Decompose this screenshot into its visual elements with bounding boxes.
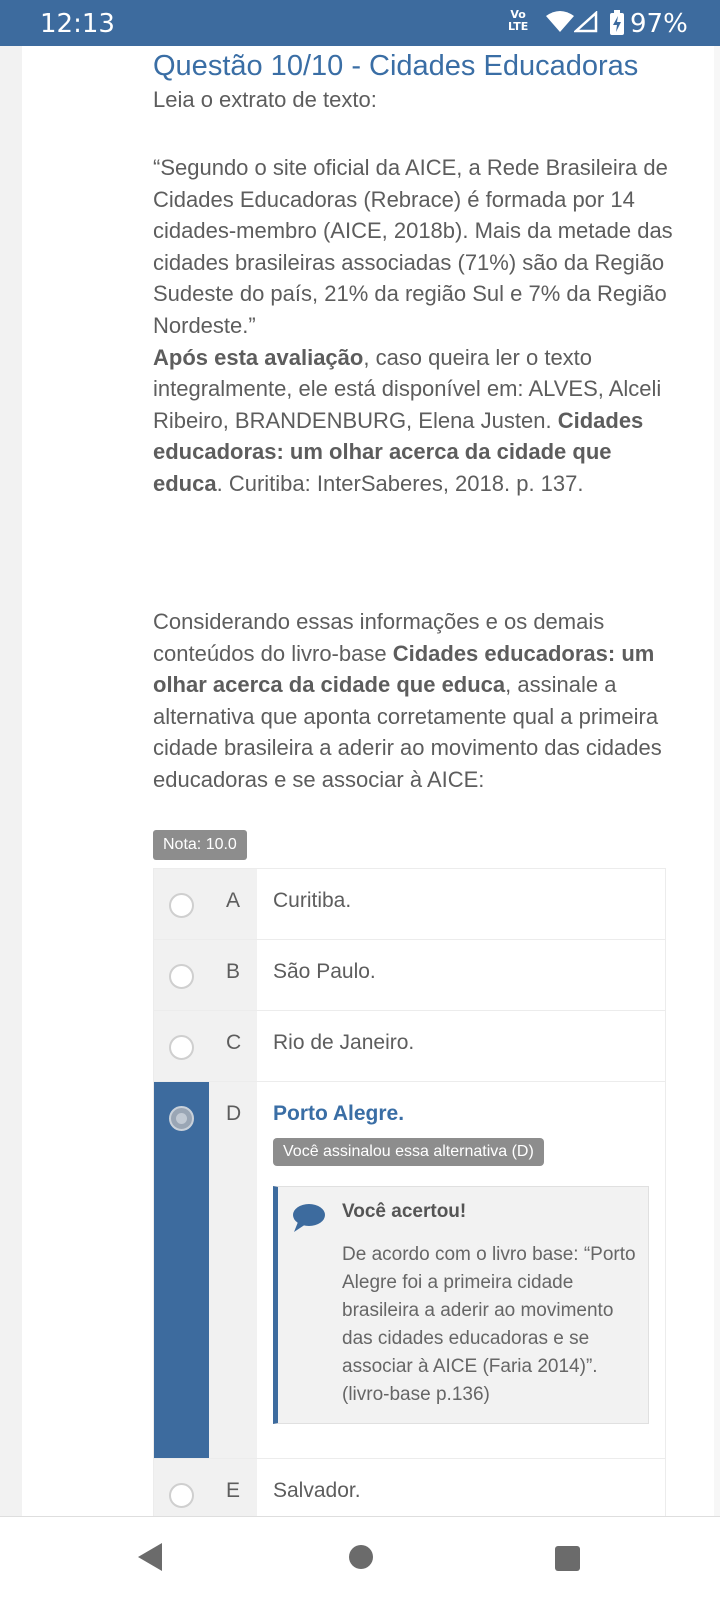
radio-button[interactable] bbox=[169, 893, 194, 918]
radio-button[interactable] bbox=[169, 964, 194, 989]
selected-answer-badge: Você assinalou essa alternativa (D) bbox=[273, 1138, 544, 1166]
question-quote-block: “Segundo o site oficial da AICE, a Rede … bbox=[153, 152, 673, 500]
battery-icon bbox=[610, 10, 624, 35]
option-a[interactable]: A Curitiba. bbox=[154, 869, 665, 940]
option-letter: C bbox=[226, 1031, 242, 1054]
feedback-title: Você acertou! bbox=[342, 1201, 467, 1222]
option-letter: A bbox=[226, 889, 241, 912]
answer-options: A Curitiba. B São Paulo. C Rio de Janeir… bbox=[153, 868, 666, 1531]
option-b[interactable]: B São Paulo. bbox=[154, 940, 665, 1011]
question-intro: Leia o extrato de texto: bbox=[153, 87, 377, 112]
option-c[interactable]: C Rio de Janeiro. bbox=[154, 1011, 665, 1082]
question-prompt: Considerando essas informações e os dema… bbox=[153, 609, 662, 792]
feedback-box: Você acertou! De acordo com o livro base… bbox=[273, 1186, 649, 1424]
option-text: Salvador. bbox=[273, 1479, 361, 1502]
wifi-icon bbox=[546, 11, 574, 32]
option-text: São Paulo. bbox=[273, 960, 376, 983]
recents-icon[interactable] bbox=[555, 1546, 580, 1571]
navigation-bar bbox=[0, 1516, 720, 1600]
option-d-selected[interactable]: D Porto Alegre. Você assinalou essa alte… bbox=[154, 1082, 665, 1459]
source-citation: Após esta avaliação, caso queira ler o t… bbox=[153, 344, 662, 496]
radio-button-selected[interactable] bbox=[169, 1106, 194, 1131]
grade-badge: Nota: 10.0 bbox=[153, 830, 247, 860]
scrollbar-track[interactable] bbox=[714, 46, 720, 1516]
battery-percentage: 97% bbox=[630, 9, 688, 39]
option-text: Porto Alegre. bbox=[273, 1102, 405, 1125]
back-icon[interactable] bbox=[136, 1541, 164, 1573]
feedback-text: De acordo com o livro base: “Porto Alegr… bbox=[342, 1244, 636, 1405]
volte-indicator: Vo LTE bbox=[508, 8, 529, 33]
status-bar: 12:13 Vo LTE 97% bbox=[0, 0, 720, 46]
question-title: Questão 10/10 - Cidades Educadoras bbox=[153, 50, 639, 82]
radio-button[interactable] bbox=[169, 1035, 194, 1060]
option-letter: D bbox=[226, 1102, 242, 1125]
home-icon[interactable] bbox=[349, 1545, 373, 1569]
speech-bubble-icon bbox=[293, 1204, 325, 1232]
option-letter: E bbox=[226, 1479, 241, 1502]
left-gutter bbox=[0, 46, 22, 1516]
clock: 12:13 bbox=[40, 9, 115, 39]
signal-icon bbox=[574, 11, 598, 33]
option-letter: B bbox=[226, 960, 241, 983]
question-content: Questão 10/10 - Cidades Educadoras Leia … bbox=[153, 46, 673, 792]
option-text: Curitiba. bbox=[273, 889, 352, 912]
quote-text: “Segundo o site oficial da AICE, a Rede … bbox=[153, 155, 673, 338]
option-text: Rio de Janeiro. bbox=[273, 1031, 415, 1054]
radio-button[interactable] bbox=[169, 1483, 194, 1508]
